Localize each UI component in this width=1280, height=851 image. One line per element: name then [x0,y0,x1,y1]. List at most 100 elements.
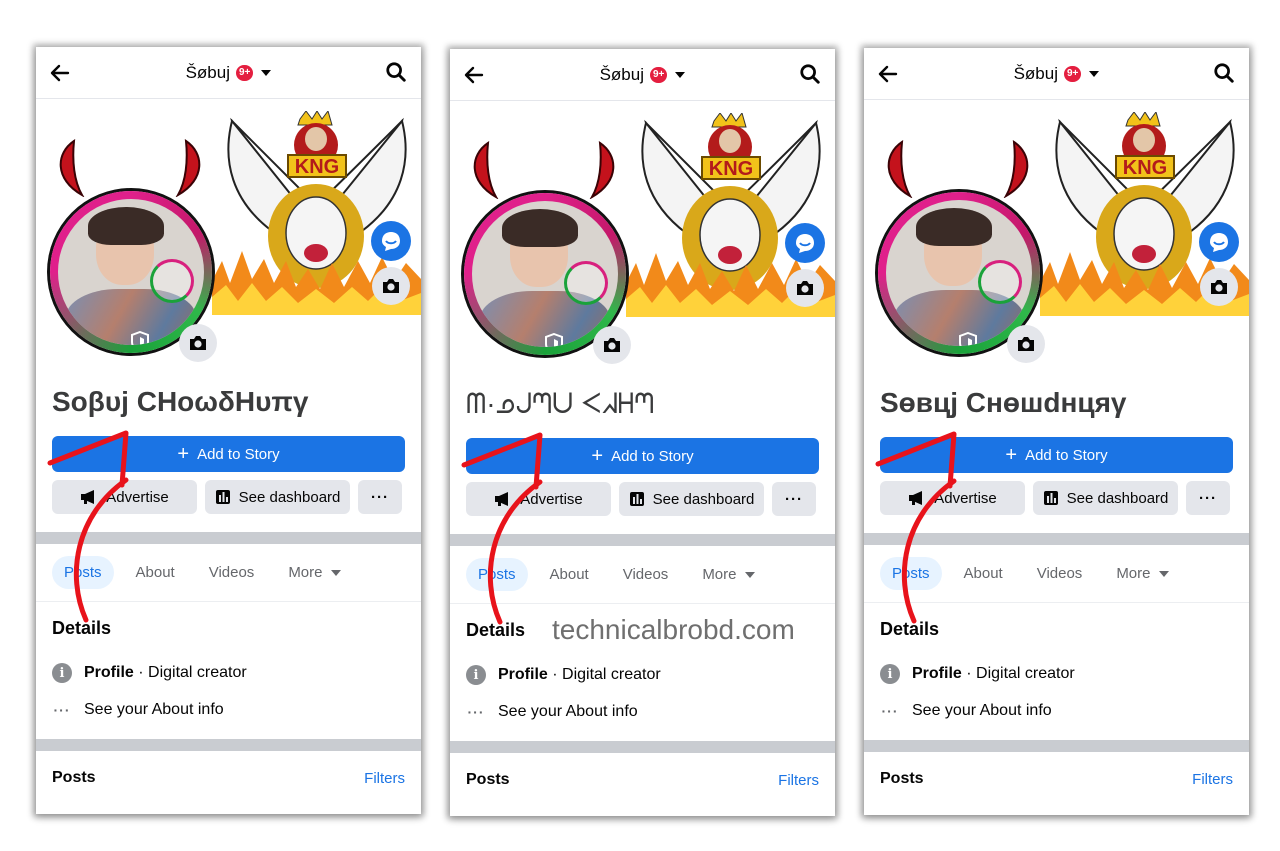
more-dots-icon: ··· [53,702,71,718]
profile-category-text: Profile · Digital creator [912,665,1075,683]
chevron-down-icon [261,69,272,76]
tab-posts[interactable]: Posts [466,558,528,591]
profile-label: Profile [84,664,134,681]
account-switcher[interactable]: Šøbuj 9+ [1014,64,1100,84]
add-to-story-button[interactable]: + Add to Story [52,436,405,472]
tab-posts[interactable]: Posts [880,557,942,590]
tab-more[interactable]: More [276,556,352,589]
tab-label: Posts [892,565,930,582]
advertise-button[interactable]: Advertise [466,482,611,516]
profile-tabs: Posts About Videos More [450,546,835,604]
search-icon[interactable] [1213,62,1235,84]
profile-tabs: Posts About Videos More [36,544,421,602]
tab-posts[interactable]: Posts [52,556,114,589]
profile-actions: Advertise See dashboard ··· [466,482,819,516]
avatar-messenger-button[interactable] [371,221,411,261]
phone-screenshot-1: Šøbuj 9+ KNG Soβυj CHoωδHυπγ + Add to St… [36,47,421,814]
profile-name: Soβυj CHoωδHυπγ [52,386,309,417]
search-icon[interactable] [385,61,407,83]
avatar-hair-graphic [502,209,578,247]
notification-badge: 9+ [650,66,668,83]
back-arrow-icon[interactable] [462,63,486,87]
filters-link[interactable]: Filters [1192,771,1233,788]
posts-title: Posts [880,770,924,787]
profile-category-row: i Profile · Digital creator [466,665,819,685]
more-options-button[interactable]: ··· [772,482,816,516]
section-divider [36,532,421,544]
see-dashboard-label: See dashboard [1066,489,1169,507]
search-icon[interactable] [799,63,821,85]
section-divider [450,534,835,546]
see-about-info-link[interactable]: ··· See your About info [52,701,405,719]
tab-more[interactable]: More [690,558,766,591]
profile-actions: Advertise See dashboard ··· [52,480,405,514]
change-cover-photo-button[interactable] [372,267,410,305]
change-profile-photo-button[interactable] [1007,325,1045,363]
tab-more[interactable]: More [1104,557,1180,590]
posts-header: Posts Filters [36,751,421,805]
more-options-button[interactable]: ··· [1186,481,1230,515]
chevron-down-icon [744,571,755,578]
add-to-story-button[interactable]: + Add to Story [466,438,819,474]
see-about-info-link[interactable]: ··· See your About info [880,702,1233,720]
avatar-chat-icon [796,234,814,253]
more-options-button[interactable]: ··· [358,480,402,514]
account-switcher[interactable]: Šøbuj 9+ [600,65,686,85]
details-title: Details [880,619,940,639]
back-arrow-icon[interactable] [876,62,900,86]
profile-actions: Advertise See dashboard ··· [880,481,1233,515]
profile-category-text: Profile · Digital creator [498,666,661,684]
phone-screenshot-2: Šøbuj 9+ KNG ᗰ·ᓄᒍᘉᑌ ᐸᖽᕼᘉ + Add to Story … [450,49,835,816]
posts-title: Posts [466,771,510,788]
profile-header: KNG [36,99,421,374]
tab-about[interactable]: About [538,558,601,591]
horn-right-graphic [1003,140,1029,198]
horn-right-graphic [175,139,201,197]
details-title: Details [52,618,112,638]
filters-link[interactable]: Filters [778,772,819,789]
tab-label: About [549,566,589,583]
change-profile-photo-button[interactable] [593,326,631,364]
advertise-button[interactable]: Advertise [880,481,1025,515]
horn-left-graphic [473,141,499,199]
tab-about[interactable]: About [124,556,187,589]
account-handle: Šøbuj [185,62,230,82]
add-to-story-button[interactable]: + Add to Story [880,437,1233,473]
plus-icon: + [177,443,190,465]
watermark-text: technicalbrobd.com [552,614,795,645]
advertise-button[interactable]: Advertise [52,480,197,514]
account-switcher[interactable]: Šøbuj 9+ [186,63,272,83]
see-dashboard-button[interactable]: See dashboard [205,480,350,514]
info-icon: i [52,663,72,683]
horn-left-graphic [59,139,85,197]
more-dots-icon: ··· [785,490,803,508]
tab-videos[interactable]: Videos [611,558,681,591]
tab-about[interactable]: About [952,557,1015,590]
change-profile-photo-button[interactable] [179,324,217,362]
profile-name: ᗰ·ᓄᒍᘉᑌ ᐸᖽᕼᘉ [466,388,655,419]
see-dashboard-button[interactable]: See dashboard [1033,481,1178,515]
advertise-label: Advertise [934,489,997,507]
profile-label: Profile [498,666,548,683]
advertise-label: Advertise [520,490,583,508]
tab-label: About [963,565,1003,582]
filters-link[interactable]: Filters [364,770,405,787]
tab-label: Videos [622,566,669,583]
section-divider [36,739,421,751]
change-cover-photo-button[interactable] [786,269,824,307]
account-handle: Šøbuj [1013,63,1058,83]
profile-category-text: Profile · Digital creator [84,664,247,682]
see-about-info-link[interactable]: ··· See your About info [466,703,819,721]
see-dashboard-button[interactable]: See dashboard [619,482,764,516]
profile-guard-shield-icon [959,332,977,346]
profile-header: KNG [864,100,1249,375]
tab-videos[interactable]: Videos [197,556,267,589]
add-to-story-label: Add to Story [197,445,280,463]
tab-label: More [1116,565,1151,582]
avatar-messenger-button[interactable] [785,223,825,263]
tab-videos[interactable]: Videos [1025,557,1095,590]
avatar-messenger-button[interactable] [1199,222,1239,262]
back-arrow-icon[interactable] [48,61,72,85]
change-cover-photo-button[interactable] [1200,268,1238,306]
account-handle: Šøbuj [599,64,644,84]
